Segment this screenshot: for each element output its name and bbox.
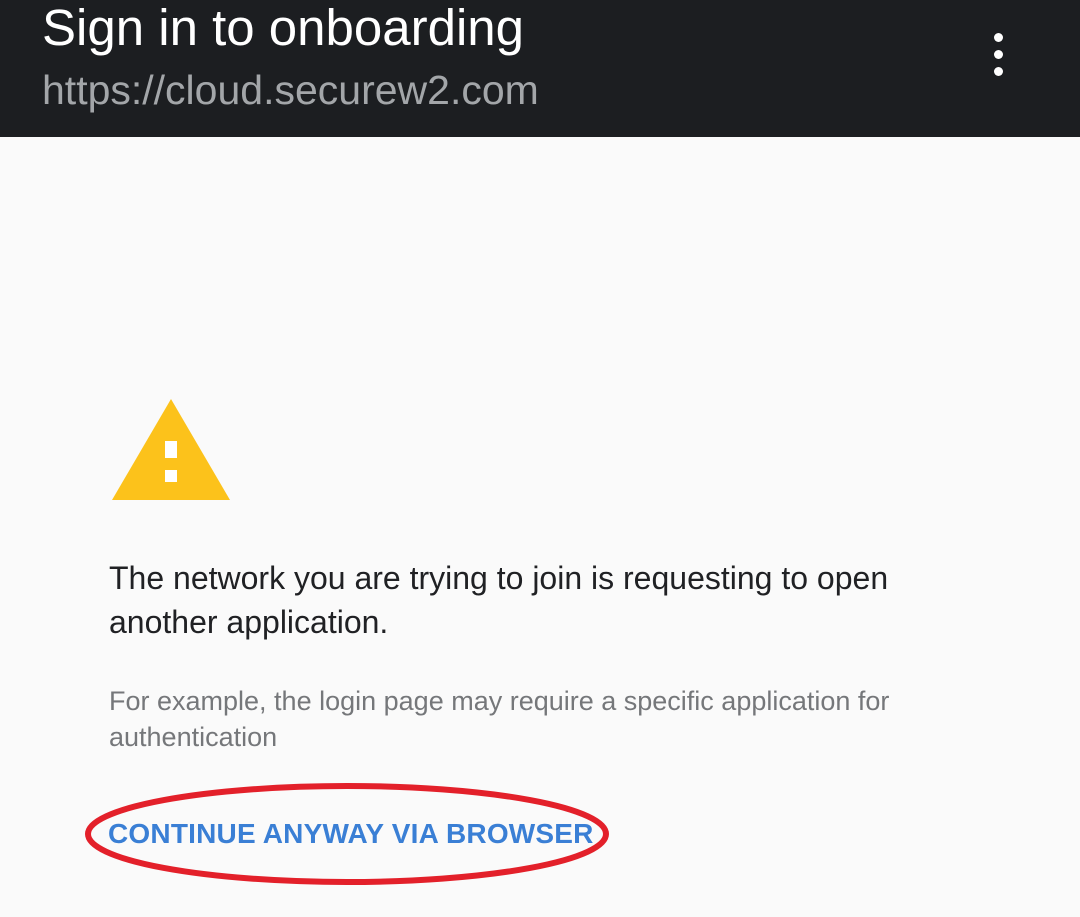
- menu-dot: [993, 66, 1003, 76]
- menu-dot: [993, 49, 1003, 59]
- more-vert-icon[interactable]: [968, 22, 1028, 86]
- warning-detail: For example, the login page may require …: [109, 686, 890, 752]
- warning-icon: [112, 399, 230, 500]
- app-bar: Sign in to onboarding https://cloud.secu…: [0, 0, 1080, 137]
- continue-action-area: CONTINUE ANYWAY VIA BROWSER: [84, 781, 610, 887]
- warning-message: The network you are trying to join is re…: [109, 560, 889, 640]
- page-url: https://cloud.securew2.com: [42, 67, 539, 113]
- menu-dot: [993, 32, 1003, 42]
- page-title: Sign in to onboarding: [42, 0, 525, 56]
- continue-via-browser-button[interactable]: CONTINUE ANYWAY VIA BROWSER: [108, 817, 594, 851]
- captive-portal-screen: Sign in to onboarding https://cloud.secu…: [0, 0, 1080, 917]
